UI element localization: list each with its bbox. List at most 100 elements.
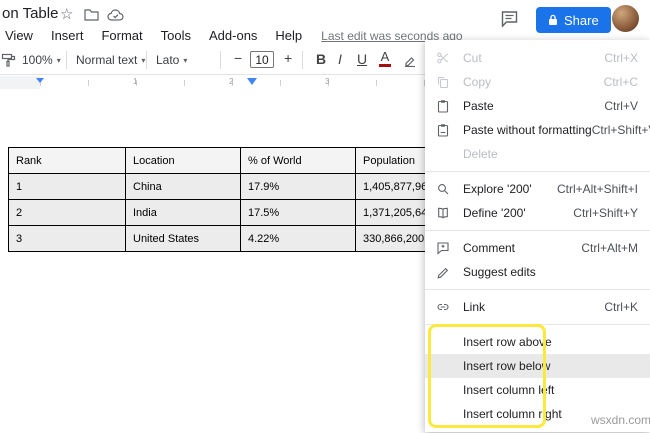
menu-item-link[interactable]: Link Ctrl+K bbox=[425, 295, 650, 319]
chevron-down-icon: ▾ bbox=[141, 55, 146, 65]
ruler-mark: 3 bbox=[325, 77, 330, 86]
menu-item-copy: Copy Ctrl+C bbox=[425, 70, 650, 94]
star-icon[interactable]: ☆ bbox=[60, 5, 73, 23]
indent-marker[interactable] bbox=[247, 78, 257, 85]
ruler-margin-area bbox=[0, 76, 40, 89]
menu-item-insert-row-below[interactable]: Insert row below bbox=[425, 354, 650, 378]
menu-item-shortcut: Ctrl+K bbox=[604, 300, 638, 314]
pencil-icon bbox=[435, 265, 451, 279]
toolbar-divider bbox=[302, 51, 303, 69]
paragraph-style-select[interactable]: Normal text ▾ bbox=[76, 53, 145, 67]
menu-item-label: Suggest edits bbox=[463, 265, 536, 279]
menu-item-label: Delete bbox=[463, 147, 498, 161]
menu-item-shortcut: Ctrl+Shift+Y bbox=[573, 206, 638, 220]
book-icon bbox=[435, 206, 451, 220]
table-cell[interactable]: 3 bbox=[8, 225, 126, 252]
menu-item-label: Copy bbox=[463, 75, 492, 89]
table-cell[interactable]: 1 bbox=[8, 173, 126, 200]
menu-item-insert-row-above[interactable]: Insert row above bbox=[425, 330, 650, 354]
menu-item-shortcut: Ctrl+Shift+V bbox=[591, 123, 650, 137]
table-cell[interactable]: India bbox=[125, 199, 241, 226]
table-cell[interactable]: 17.9% bbox=[240, 173, 356, 200]
decrease-font-size-button[interactable]: − bbox=[234, 50, 242, 66]
menu-item-define[interactable]: Define '200' Ctrl+Shift+Y bbox=[425, 201, 650, 225]
ruler-mark: 1 bbox=[133, 77, 138, 86]
watermark-text: wsxdn.com bbox=[591, 413, 650, 427]
menu-item-shortcut: Ctrl+X bbox=[604, 51, 638, 65]
menu-insert[interactable]: Insert bbox=[42, 28, 93, 43]
context-menu: Cut Ctrl+X Copy Ctrl+C Paste Ctrl+V Past… bbox=[425, 40, 650, 432]
toolbar-divider bbox=[220, 51, 221, 69]
menu-item-delete: Delete bbox=[425, 142, 650, 166]
chevron-down-icon: ▾ bbox=[56, 55, 61, 65]
menu-item-shortcut: Ctrl+Alt+M bbox=[581, 241, 638, 255]
menu-item-label: Paste bbox=[463, 99, 494, 113]
table-cell[interactable]: China bbox=[125, 173, 241, 200]
table-cell[interactable]: 4.22% bbox=[240, 225, 356, 252]
table-header-cell[interactable]: Location bbox=[125, 147, 241, 174]
menu-divider bbox=[425, 324, 650, 325]
text-color-button[interactable]: A bbox=[379, 50, 391, 67]
menu-view[interactable]: View bbox=[0, 28, 42, 43]
comments-icon[interactable] bbox=[500, 10, 519, 28]
font-select[interactable]: Lato ▾ bbox=[156, 53, 187, 67]
lock-icon bbox=[548, 14, 558, 26]
account-avatar[interactable] bbox=[612, 5, 639, 32]
add-comment-icon bbox=[435, 241, 451, 255]
bold-button[interactable]: B bbox=[316, 51, 326, 67]
explore-search-icon bbox=[435, 182, 451, 196]
font-size-input[interactable]: 10 bbox=[250, 51, 274, 68]
share-button[interactable]: Share bbox=[536, 7, 611, 33]
table-cell[interactable]: 2 bbox=[8, 199, 126, 226]
menu-item-paste-without-formatting[interactable]: Paste without formatting Ctrl+Shift+V bbox=[425, 118, 650, 142]
menu-format[interactable]: Format bbox=[92, 28, 151, 43]
menu-item-insert-column-left[interactable]: Insert column left bbox=[425, 378, 650, 402]
menu-divider bbox=[425, 171, 650, 172]
table-header-cell[interactable]: % of World bbox=[240, 147, 356, 174]
italic-button[interactable]: I bbox=[338, 51, 342, 67]
menu-item-paste[interactable]: Paste Ctrl+V bbox=[425, 94, 650, 118]
menu-item-suggest-edits[interactable]: Suggest edits bbox=[425, 260, 650, 284]
link-icon bbox=[435, 300, 451, 314]
underline-button[interactable]: U bbox=[357, 51, 367, 67]
clipboard-plain-icon bbox=[435, 123, 451, 137]
increase-font-size-button[interactable]: + bbox=[284, 50, 292, 66]
google-docs-window: on Table ☆ Share View Insert Format Tool… bbox=[0, 0, 650, 433]
share-label: Share bbox=[564, 12, 599, 28]
table-cell[interactable]: United States bbox=[125, 225, 241, 252]
indent-marker[interactable] bbox=[36, 78, 44, 83]
table-cell[interactable]: 17.5% bbox=[240, 199, 356, 226]
zoom-select[interactable]: 100% ▾ bbox=[22, 53, 61, 67]
menu-item-shortcut: Ctrl+Alt+Shift+I bbox=[556, 182, 638, 196]
menu-divider bbox=[425, 289, 650, 290]
menu-item-label: Cut bbox=[463, 51, 482, 65]
menu-item-label: Explore '200' bbox=[463, 182, 532, 196]
menu-tools[interactable]: Tools bbox=[152, 28, 200, 43]
cloud-saved-icon[interactable] bbox=[107, 9, 125, 21]
toolbar-divider bbox=[146, 51, 147, 69]
menu-bar: View Insert Format Tools Add-ons Help La… bbox=[0, 26, 463, 45]
paint-format-icon[interactable] bbox=[1, 52, 17, 68]
move-folder-icon[interactable] bbox=[84, 8, 99, 21]
menu-item-label: Insert row below bbox=[463, 359, 551, 373]
menu-item-label: Paste without formatting bbox=[463, 123, 592, 137]
document-title[interactable]: on Table bbox=[2, 5, 58, 22]
menu-addons[interactable]: Add-ons bbox=[200, 28, 266, 43]
table-header-cell[interactable]: Rank bbox=[8, 147, 126, 174]
menu-item-label: Insert column left bbox=[463, 383, 555, 397]
menu-item-comment[interactable]: Comment Ctrl+Alt+M bbox=[425, 236, 650, 260]
menu-item-explore[interactable]: Explore '200' Ctrl+Alt+Shift+I bbox=[425, 177, 650, 201]
ruler-mark: 2 bbox=[229, 77, 234, 86]
menu-item-label: Define '200' bbox=[463, 206, 526, 220]
text-color-swatch bbox=[379, 64, 391, 67]
toolbar-divider bbox=[66, 51, 67, 69]
menu-item-shortcut: Ctrl+C bbox=[603, 75, 638, 89]
highlight-pen-icon[interactable] bbox=[403, 53, 417, 67]
menu-help[interactable]: Help bbox=[266, 28, 311, 43]
chevron-down-icon: ▾ bbox=[183, 55, 188, 65]
scissors-icon bbox=[435, 51, 451, 65]
menu-item-label: Link bbox=[463, 300, 486, 314]
menu-item-label: Comment bbox=[463, 241, 516, 255]
copy-icon bbox=[435, 75, 451, 89]
menu-item-cut: Cut Ctrl+X bbox=[425, 46, 650, 70]
